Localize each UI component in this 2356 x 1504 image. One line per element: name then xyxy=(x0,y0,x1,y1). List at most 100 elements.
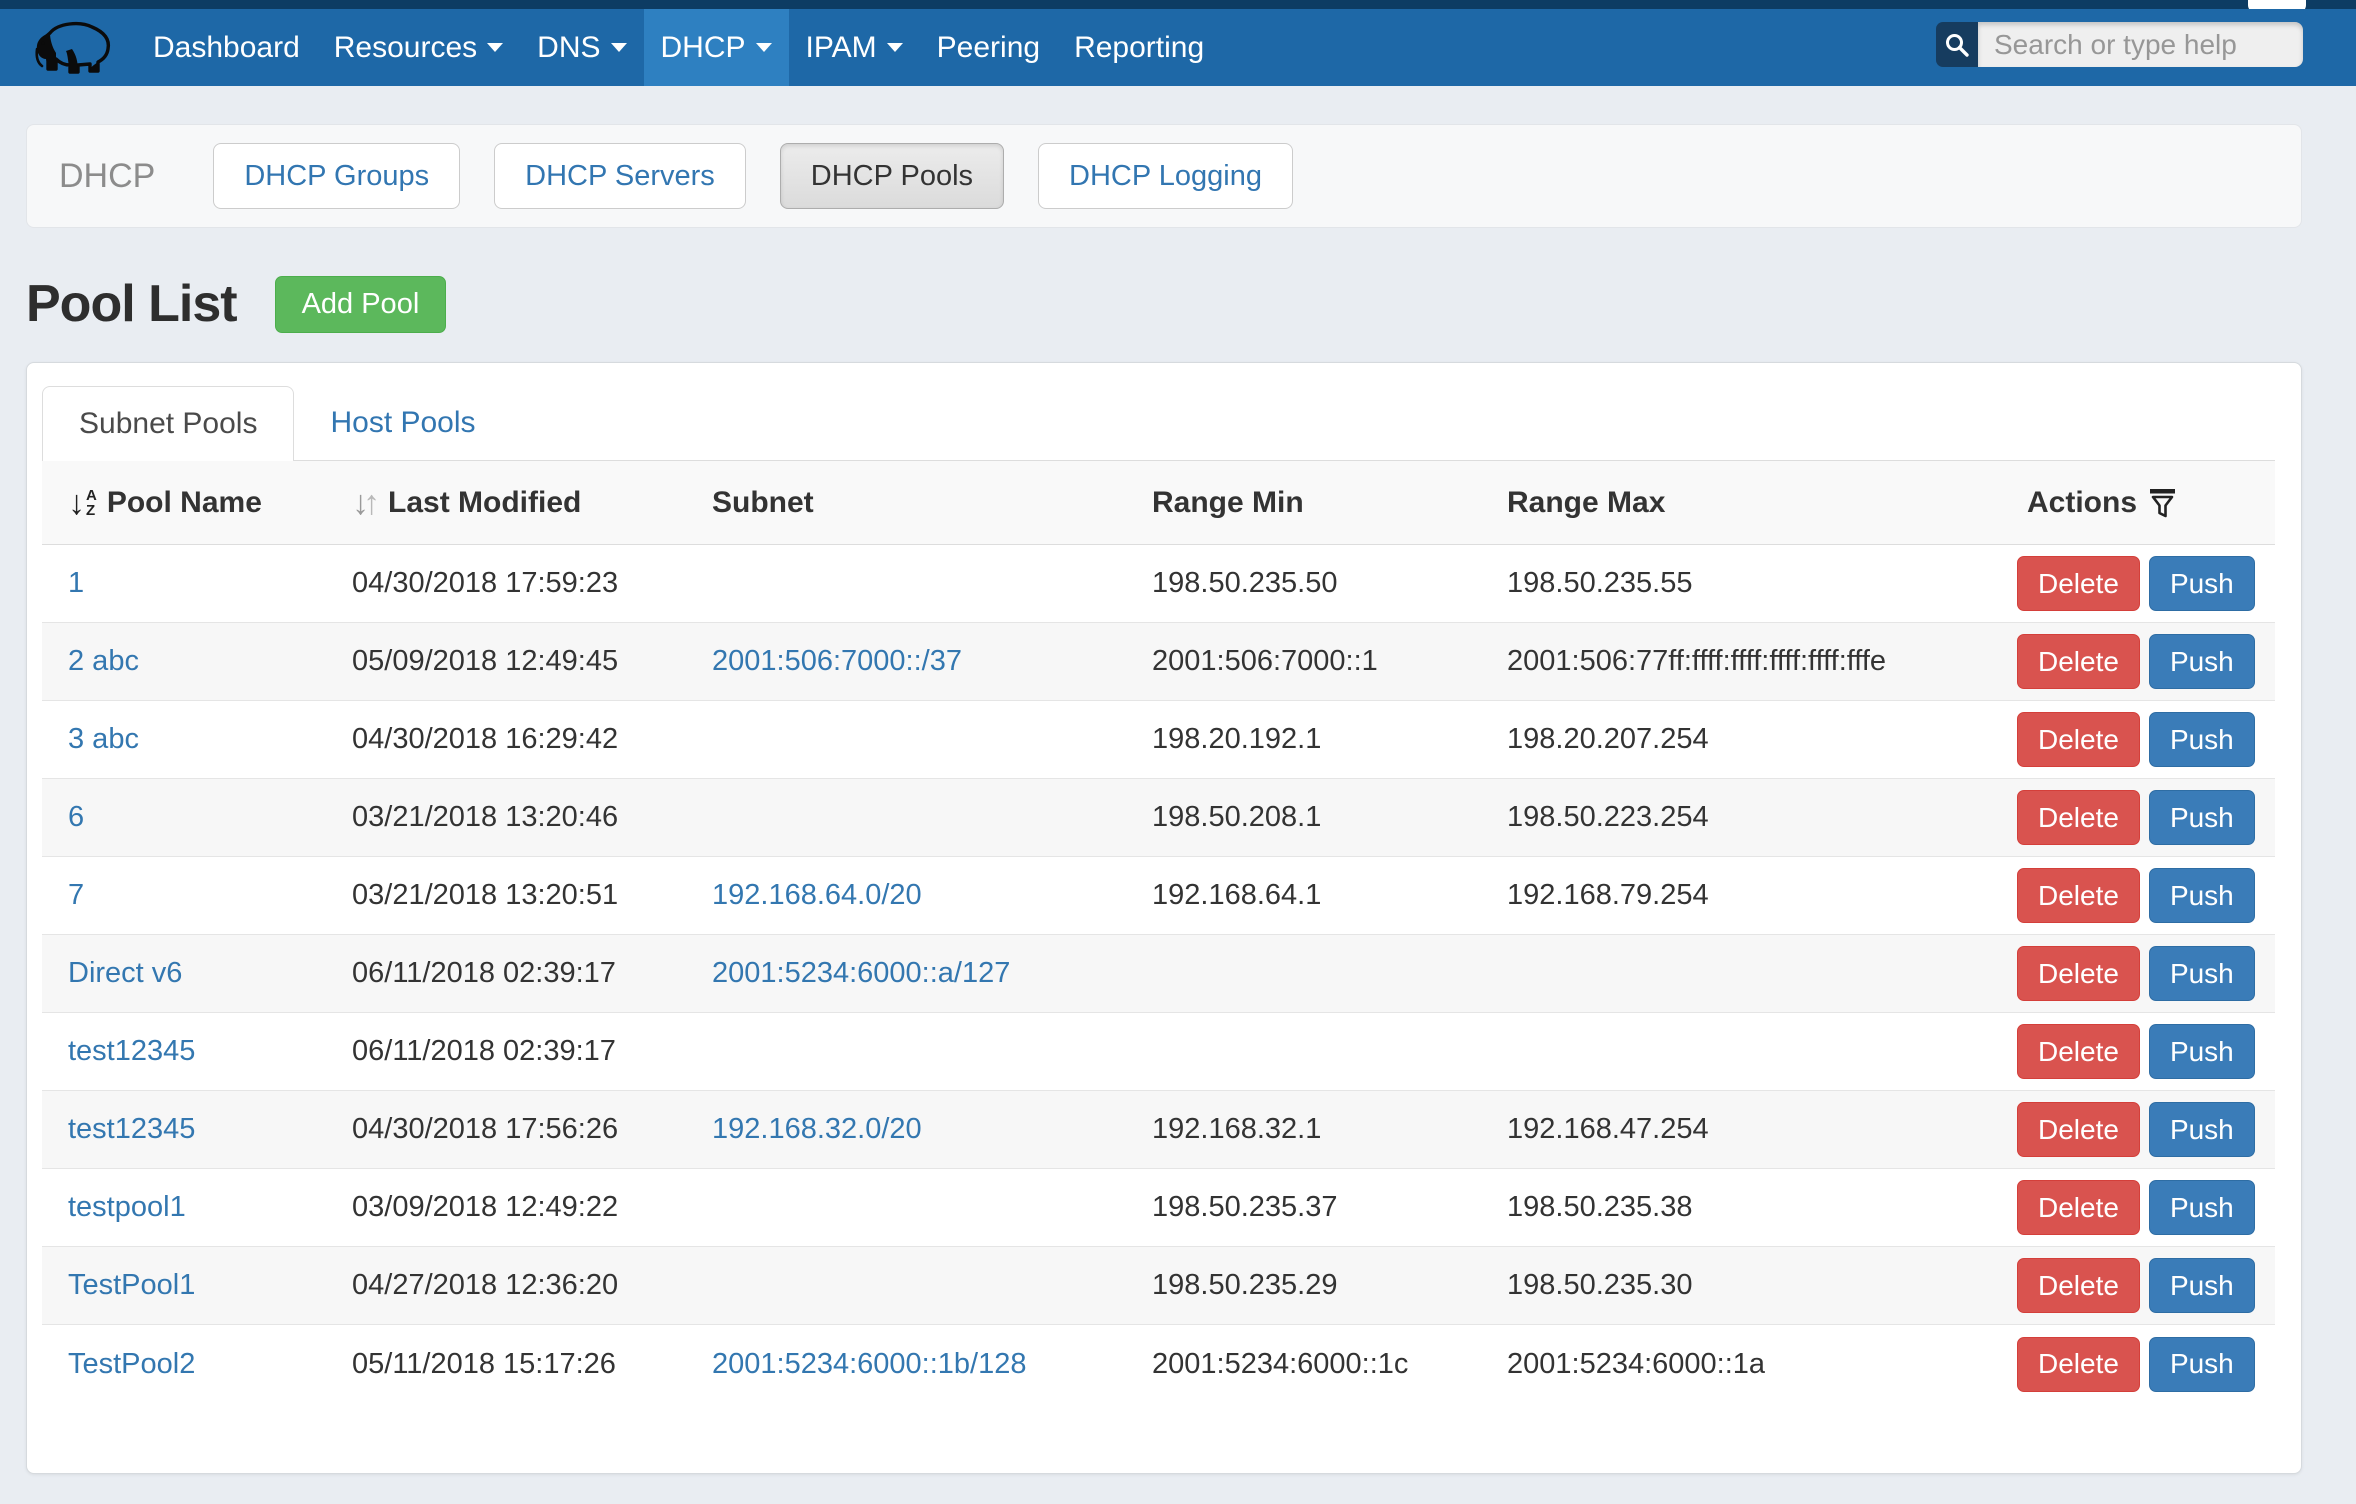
push-pool-button[interactable]: Push xyxy=(2149,868,2255,923)
push-pool-button[interactable]: Push xyxy=(2149,1102,2255,1157)
delete-pool-button[interactable]: Delete xyxy=(2017,1102,2140,1157)
subnav-button-dhcp-groups[interactable]: DHCP Groups xyxy=(213,143,460,209)
column-header-label[interactable]: Range Min xyxy=(1152,486,1304,520)
nav-item-reporting[interactable]: Reporting xyxy=(1057,9,1221,86)
range-min-cell: 198.50.235.37 xyxy=(1142,1191,1497,1224)
mammoth-logo[interactable] xyxy=(28,9,128,86)
push-pool-button[interactable]: Push xyxy=(2149,634,2255,689)
range-min-cell: 2001:506:7000::1 xyxy=(1142,645,1497,678)
subnet-cell: 2001:506:7000::/37 xyxy=(702,645,1142,678)
push-pool-button[interactable]: Push xyxy=(2149,1024,2255,1079)
push-pool-button[interactable]: Push xyxy=(2149,790,2255,845)
pool-name-link[interactable]: testpool1 xyxy=(68,1191,186,1223)
pool-name-link[interactable]: test12345 xyxy=(68,1113,195,1145)
nav-item-peering[interactable]: Peering xyxy=(920,9,1057,86)
filter-icon[interactable] xyxy=(2149,487,2176,519)
table-row: test1234506/11/2018 02:39:17DeletePush xyxy=(42,1013,2275,1091)
pool-name-link[interactable]: TestPool1 xyxy=(68,1269,195,1301)
tab-host-pools[interactable]: Host Pools xyxy=(294,386,511,460)
delete-pool-button[interactable]: Delete xyxy=(2017,946,2140,1001)
delete-pool-button[interactable]: Delete xyxy=(2017,790,2140,845)
main-nav: Dashboard Resources DNSDHCP IPAM Peering Repo… xyxy=(136,9,1221,86)
actions-cell: DeletePush xyxy=(2017,1258,2275,1313)
sort-alpha-icon[interactable]: ↓AZ xyxy=(68,488,97,518)
delete-pool-button[interactable]: Delete xyxy=(2017,1258,2140,1313)
last-modified-value: 04/30/2018 16:29:42 xyxy=(352,723,618,755)
column-header-label[interactable]: Subnet xyxy=(712,486,814,520)
pool-name-link[interactable]: 2 abc xyxy=(68,645,139,677)
nav-item-label: Resources xyxy=(334,31,477,65)
delete-pool-button[interactable]: Delete xyxy=(2017,634,2140,689)
last-modified-value: 03/21/2018 13:20:46 xyxy=(352,801,618,833)
actions-cell: DeletePush xyxy=(2017,712,2275,767)
chevron-down-icon xyxy=(756,43,772,52)
last-modified-value: 04/30/2018 17:56:26 xyxy=(352,1113,618,1145)
subnav-button-dhcp-pools[interactable]: DHCP Pools xyxy=(780,143,1004,209)
push-pool-button[interactable]: Push xyxy=(2149,1180,2255,1235)
column-header-pool-name: ↓AZ Pool Name xyxy=(42,486,342,520)
pool-name-link[interactable]: 1 xyxy=(68,567,84,599)
sort-updown-icon[interactable]: ↓↑ xyxy=(352,488,380,518)
delete-pool-button[interactable]: Delete xyxy=(2017,1024,2140,1079)
pool-name-link[interactable]: 6 xyxy=(68,801,84,833)
pool-name-link[interactable]: 7 xyxy=(68,879,84,911)
tab-subnet-pools[interactable]: Subnet Pools xyxy=(42,386,294,461)
range-min-value: 198.50.235.29 xyxy=(1152,1269,1337,1301)
push-pool-button[interactable]: Push xyxy=(2149,712,2255,767)
push-pool-button[interactable]: Push xyxy=(2149,1337,2255,1392)
range-max-cell: 198.50.235.30 xyxy=(1497,1269,2017,1302)
range-min-cell: 198.20.192.1 xyxy=(1142,723,1497,756)
actions-cell: DeletePush xyxy=(2017,868,2275,923)
subnet-link[interactable]: 2001:5234:6000::1b/128 xyxy=(712,1348,1026,1380)
range-min-value: 2001:506:7000::1 xyxy=(1152,645,1378,677)
range-max-cell: 192.168.79.254 xyxy=(1497,879,2017,912)
delete-pool-button[interactable]: Delete xyxy=(2017,556,2140,611)
nav-item-label: Peering xyxy=(937,31,1040,65)
delete-pool-button[interactable]: Delete xyxy=(2017,1180,2140,1235)
range-max-value: 192.168.79.254 xyxy=(1507,879,1709,911)
subnav-button-dhcp-servers[interactable]: DHCP Servers xyxy=(494,143,746,209)
subnet-link[interactable]: 2001:5234:6000::a/127 xyxy=(712,957,1010,989)
column-header-label[interactable]: Last Modified xyxy=(388,486,581,520)
range-min-cell: 192.168.32.1 xyxy=(1142,1113,1497,1146)
global-search xyxy=(1936,22,2303,67)
delete-pool-button[interactable]: Delete xyxy=(2017,868,2140,923)
push-pool-button[interactable]: Push xyxy=(2149,946,2255,1001)
column-header-label[interactable]: Range Max xyxy=(1507,486,1665,520)
nav-item-label: IPAM xyxy=(806,31,877,65)
last-modified-cell: 05/09/2018 12:49:45 xyxy=(342,645,702,678)
last-modified-cell: 04/27/2018 12:36:20 xyxy=(342,1269,702,1302)
push-pool-button[interactable]: Push xyxy=(2149,1258,2255,1313)
add-pool-button[interactable]: Add Pool xyxy=(275,276,447,333)
search-icon[interactable] xyxy=(1936,22,1978,67)
pool-name-link[interactable]: 3 abc xyxy=(68,723,139,755)
column-header-label[interactable]: Actions xyxy=(2027,486,2137,520)
subnet-cell: 2001:5234:6000::a/127 xyxy=(702,957,1142,990)
pool-name-link[interactable]: test12345 xyxy=(68,1035,195,1067)
actions-cell: DeletePush xyxy=(2017,1180,2275,1235)
column-header-label[interactable]: Pool Name xyxy=(107,486,262,520)
nav-item-dhcp[interactable]: DHCP xyxy=(644,9,789,86)
subnet-link[interactable]: 192.168.32.0/20 xyxy=(712,1113,922,1145)
nav-item-resources[interactable]: Resources xyxy=(317,9,520,86)
range-min-value: 198.20.192.1 xyxy=(1152,723,1321,755)
last-modified-value: 04/30/2018 17:59:23 xyxy=(352,567,618,599)
pool-name-link[interactable]: Direct v6 xyxy=(68,957,182,989)
push-pool-button[interactable]: Push xyxy=(2149,556,2255,611)
delete-pool-button[interactable]: Delete xyxy=(2017,712,2140,767)
column-header-last-modified: ↓↑ Last Modified xyxy=(342,486,702,520)
last-modified-cell: 03/21/2018 13:20:46 xyxy=(342,801,702,834)
subnav-button-dhcp-logging[interactable]: DHCP Logging xyxy=(1038,143,1293,209)
pool-name-link[interactable]: TestPool2 xyxy=(68,1348,195,1380)
mammoth-logo-image xyxy=(28,19,124,77)
last-modified-value: 04/27/2018 12:36:20 xyxy=(352,1269,618,1301)
nav-item-ipam[interactable]: IPAM xyxy=(789,9,920,86)
subnet-link[interactable]: 2001:506:7000::/37 xyxy=(712,645,962,677)
subnet-link[interactable]: 192.168.64.0/20 xyxy=(712,879,922,911)
delete-pool-button[interactable]: Delete xyxy=(2017,1337,2140,1392)
range-min-cell: 198.50.235.50 xyxy=(1142,567,1497,600)
dhcp-subnav-buttons: DHCP Groups DHCP Servers DHCP Pools DHCP Lo… xyxy=(213,143,1293,209)
nav-item-dns[interactable]: DNS xyxy=(520,9,643,86)
nav-item-dashboard[interactable]: Dashboard xyxy=(136,9,317,86)
search-input[interactable] xyxy=(1978,22,2303,67)
